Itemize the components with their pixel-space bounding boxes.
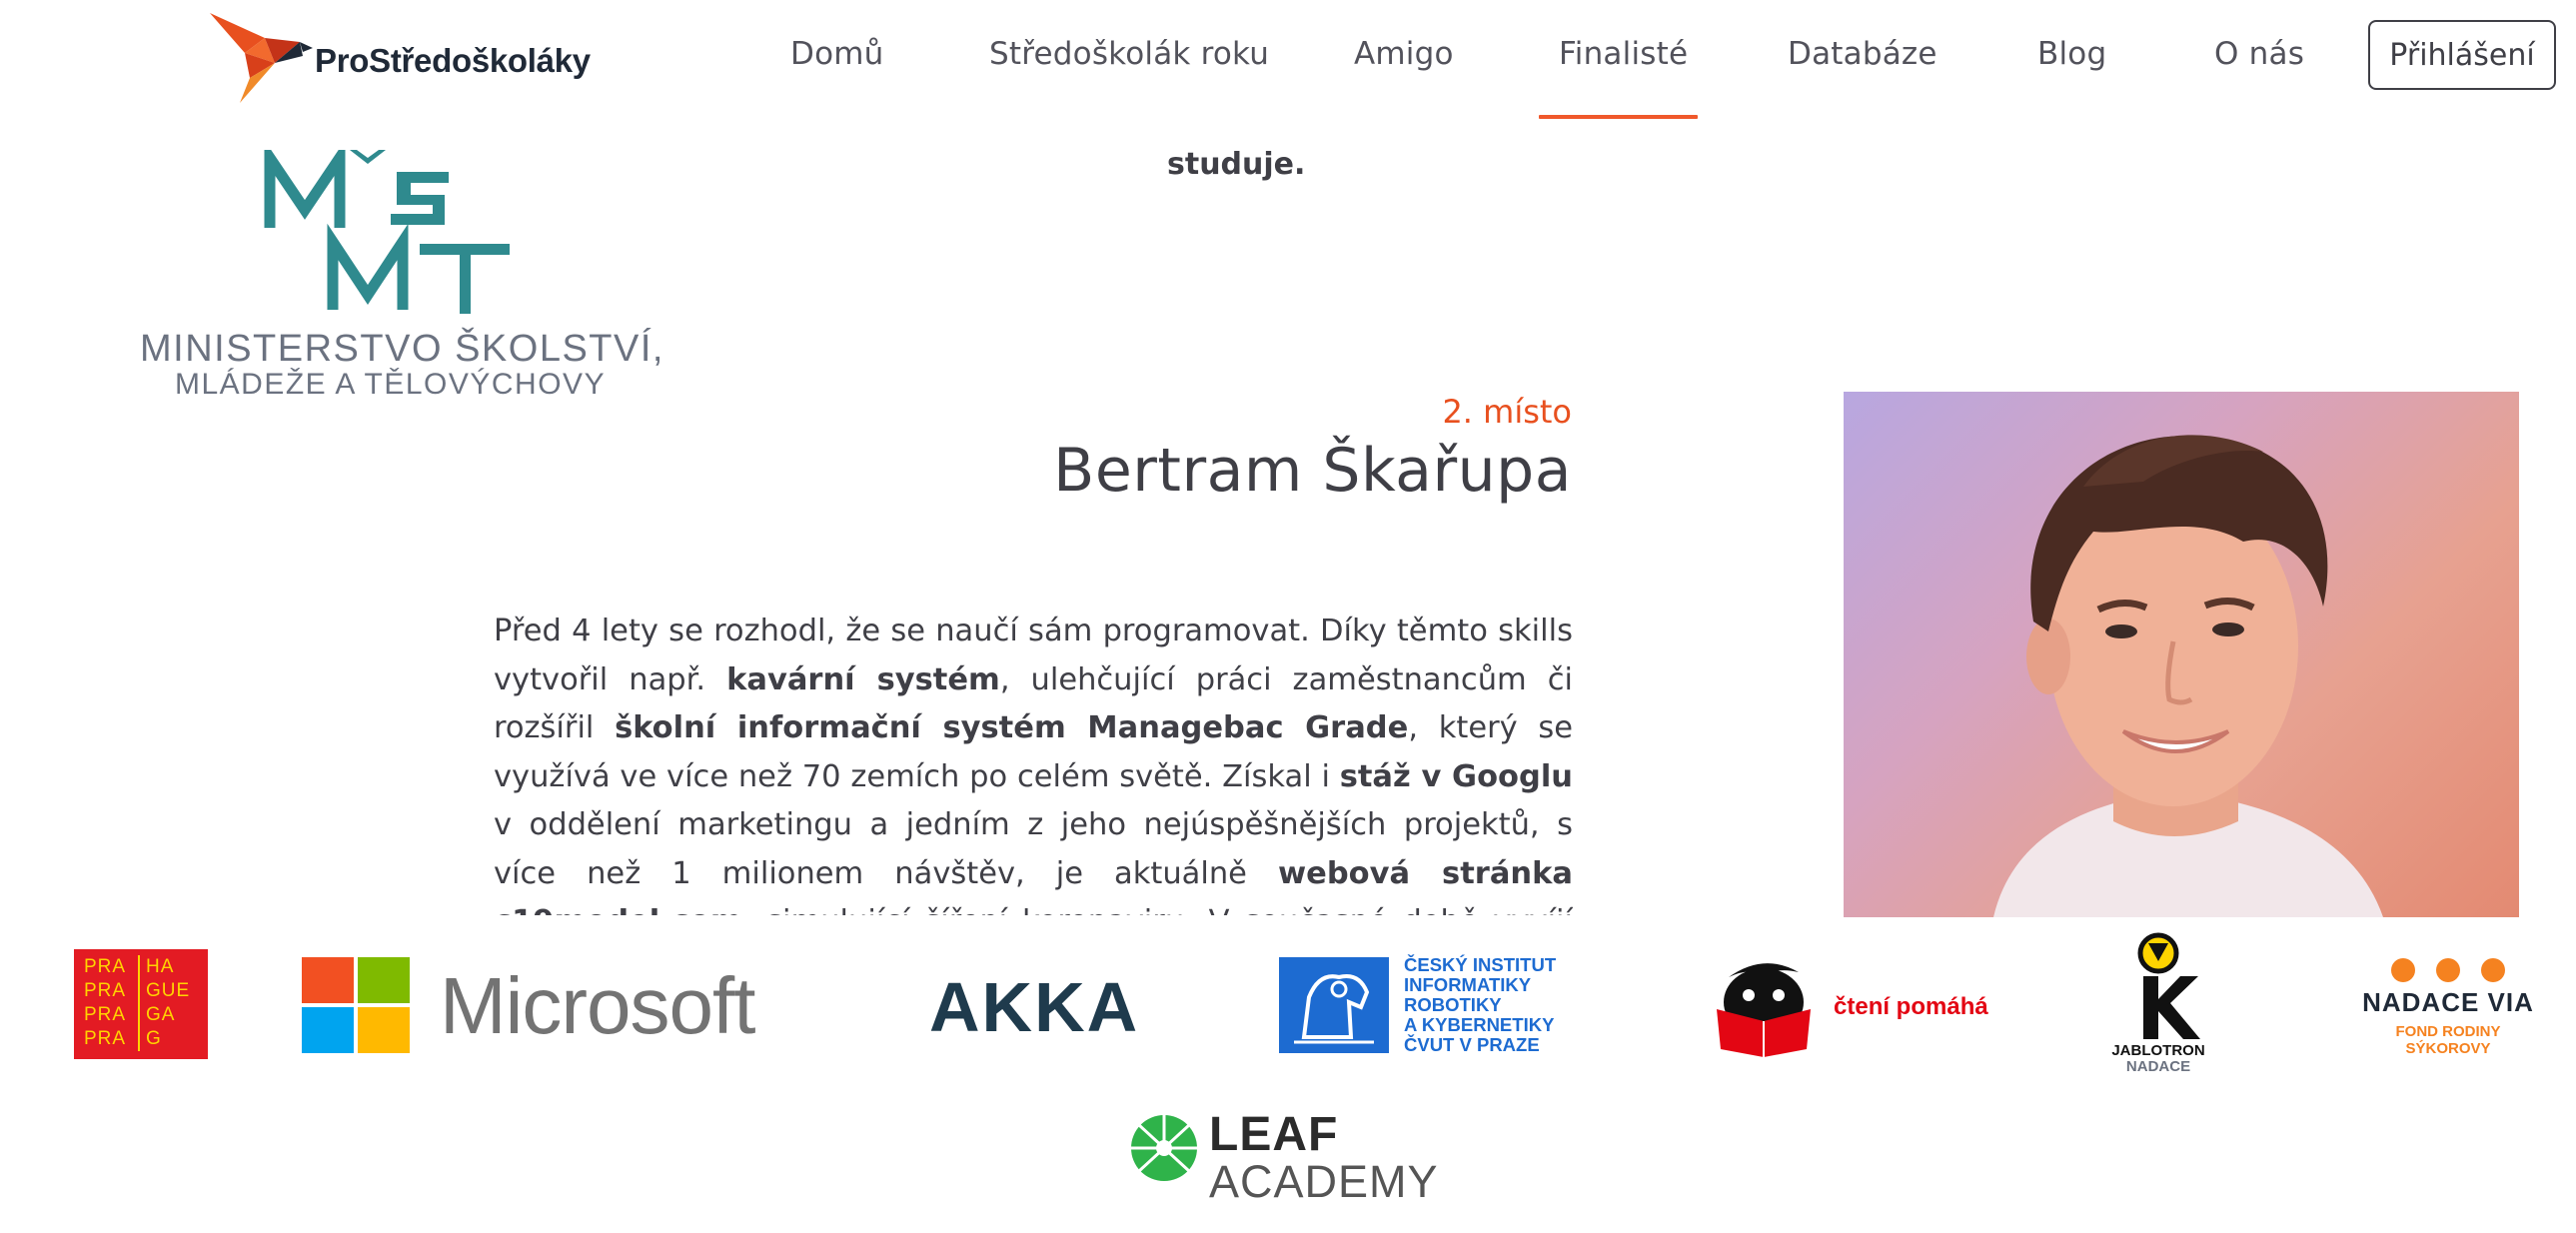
microsoft-wordmark: Microsoft bbox=[440, 961, 755, 1050]
partner-praha[interactable]: PRA PRA PRA PRA HA GUE GA G bbox=[74, 949, 208, 1059]
nav-domu[interactable]: Domů bbox=[790, 36, 883, 72]
praha-word: PRA bbox=[84, 956, 127, 977]
logo-text: ProStředoškoláky bbox=[315, 42, 591, 79]
partner-jablotron[interactable]: JABLOTRON NADACE bbox=[2098, 931, 2218, 1081]
partner-cteni-pomaha[interactable]: čtení pomáhá bbox=[1709, 957, 2028, 1057]
via-title: NADACE VIA bbox=[2362, 987, 2534, 1017]
jablotron-line: NADACE bbox=[2125, 1058, 2191, 1075]
finalist-name: Bertram Škařupa bbox=[1053, 436, 1572, 506]
msmt-logo: MINISTERSTVO ŠKOLSTVÍ, MLÁDEŽE A TĚLOVÝC… bbox=[135, 139, 662, 401]
login-button[interactable]: Přihlášení bbox=[2368, 20, 2556, 90]
msmt-emblem-icon bbox=[264, 139, 510, 314]
reading-face-icon bbox=[1717, 963, 1811, 1057]
ciirc-line: ČESKÝ INSTITUT bbox=[1404, 954, 1557, 975]
jablotron-text: JABLOTRON NADACE bbox=[2098, 1043, 2218, 1075]
nav-databaze[interactable]: Databáze bbox=[1788, 36, 1937, 72]
previous-bio-tail: studuje. bbox=[1167, 147, 1306, 182]
nav-amigo[interactable]: Amigo bbox=[1354, 36, 1454, 72]
jablotron-line: JABLOTRON bbox=[2111, 1042, 2205, 1059]
nav-active-underline bbox=[1539, 115, 1698, 119]
site-header: ProStředoškoláky Domů Středoškolák roku … bbox=[0, 0, 2576, 120]
partner-microsoft[interactable]: Microsoft bbox=[302, 957, 821, 1057]
bio-bold-managebac: školní informační systém Managebac Grade bbox=[615, 710, 1409, 745]
finalist-bio: Před 4 lety se rozhodl, že se naučí sám … bbox=[494, 608, 1573, 915]
praha-word: HA bbox=[146, 956, 175, 977]
ciirc-line: A KYBERNETIKY bbox=[1404, 1014, 1555, 1035]
nav-finaliste[interactable]: Finalisté bbox=[1559, 36, 1688, 72]
site-logo[interactable]: ProStředoškoláky bbox=[205, 8, 591, 104]
praha-word: PRA bbox=[84, 980, 127, 1001]
nav-stredoskolak-roku[interactable]: Středoškolák roku bbox=[989, 36, 1269, 72]
finalist-portrait-icon bbox=[1993, 435, 2383, 917]
partner-nadace-via[interactable]: NADACE VIA FOND RODINY SÝKOROVY bbox=[2338, 957, 2558, 1057]
praha-word: GUE bbox=[146, 980, 191, 1001]
ciirc-line: ČVUT V PRAZE bbox=[1404, 1034, 1540, 1055]
partner-akka[interactable]: AKKA bbox=[929, 967, 1149, 1047]
ciirc-line: ROBOTIKY bbox=[1404, 994, 1502, 1015]
cteni-pomaha-text: čtení pomáhá bbox=[1834, 993, 1988, 1020]
akka-wordmark: AKKA bbox=[929, 968, 1140, 1046]
nav-blog[interactable]: Blog bbox=[2037, 36, 2106, 72]
msmt-line2: MLÁDEŽE A TĚLOVÝCHOVY bbox=[175, 368, 607, 401]
partner-leaf-academy[interactable]: LEAF ACADEMY bbox=[1129, 1109, 1499, 1213]
academy-wordmark: ACADEMY bbox=[1209, 1156, 1439, 1207]
via-subtitle: FOND RODINY SÝKOROVY bbox=[2338, 1023, 2558, 1057]
praha-right-col: HA GUE GA G bbox=[146, 955, 190, 1051]
praha-word: GA bbox=[146, 1004, 176, 1025]
via-dots-icon bbox=[2391, 958, 2505, 982]
bird-logo-icon bbox=[210, 13, 313, 103]
praha-divider bbox=[138, 955, 140, 1051]
bio-bold-cafe-system: kavární systém bbox=[726, 661, 1000, 697]
nav-o-nas[interactable]: O nás bbox=[2214, 36, 2304, 72]
jablotron-figure-icon bbox=[2137, 932, 2200, 1039]
leaf-burst-icon bbox=[1131, 1115, 1197, 1181]
ciirc-lion-icon bbox=[1279, 957, 1389, 1053]
partner-logos: PRA PRA PRA PRA HA GUE GA G Microsoft AK… bbox=[0, 917, 2576, 1233]
msmt-line1: MINISTERSTVO ŠKOLSTVÍ, bbox=[140, 328, 664, 370]
finalist-photo bbox=[1844, 392, 2519, 917]
partner-ciirc[interactable]: ČESKÝ INSTITUT INFORMATIKY ROBOTIKY A KY… bbox=[1279, 955, 1609, 1057]
finalist-place: 2. místo bbox=[1442, 393, 1572, 431]
microsoft-squares-icon bbox=[302, 957, 410, 1053]
praha-word: G bbox=[146, 1028, 162, 1049]
via-line: SÝKOROVY bbox=[2405, 1040, 2491, 1057]
praha-word: PRA bbox=[84, 1028, 127, 1049]
ciirc-line: INFORMATIKY bbox=[1404, 974, 1532, 995]
praha-left-col: PRA PRA PRA PRA bbox=[84, 955, 126, 1051]
praha-word: PRA bbox=[84, 1004, 127, 1025]
via-line: FOND RODINY bbox=[2395, 1023, 2501, 1040]
leaf-wordmark: LEAF bbox=[1209, 1108, 1339, 1161]
bio-bold-google-internship: stáž v Googlu bbox=[1339, 758, 1573, 794]
ciirc-text: ČESKÝ INSTITUT INFORMATIKY ROBOTIKY A KY… bbox=[1404, 955, 1556, 1055]
